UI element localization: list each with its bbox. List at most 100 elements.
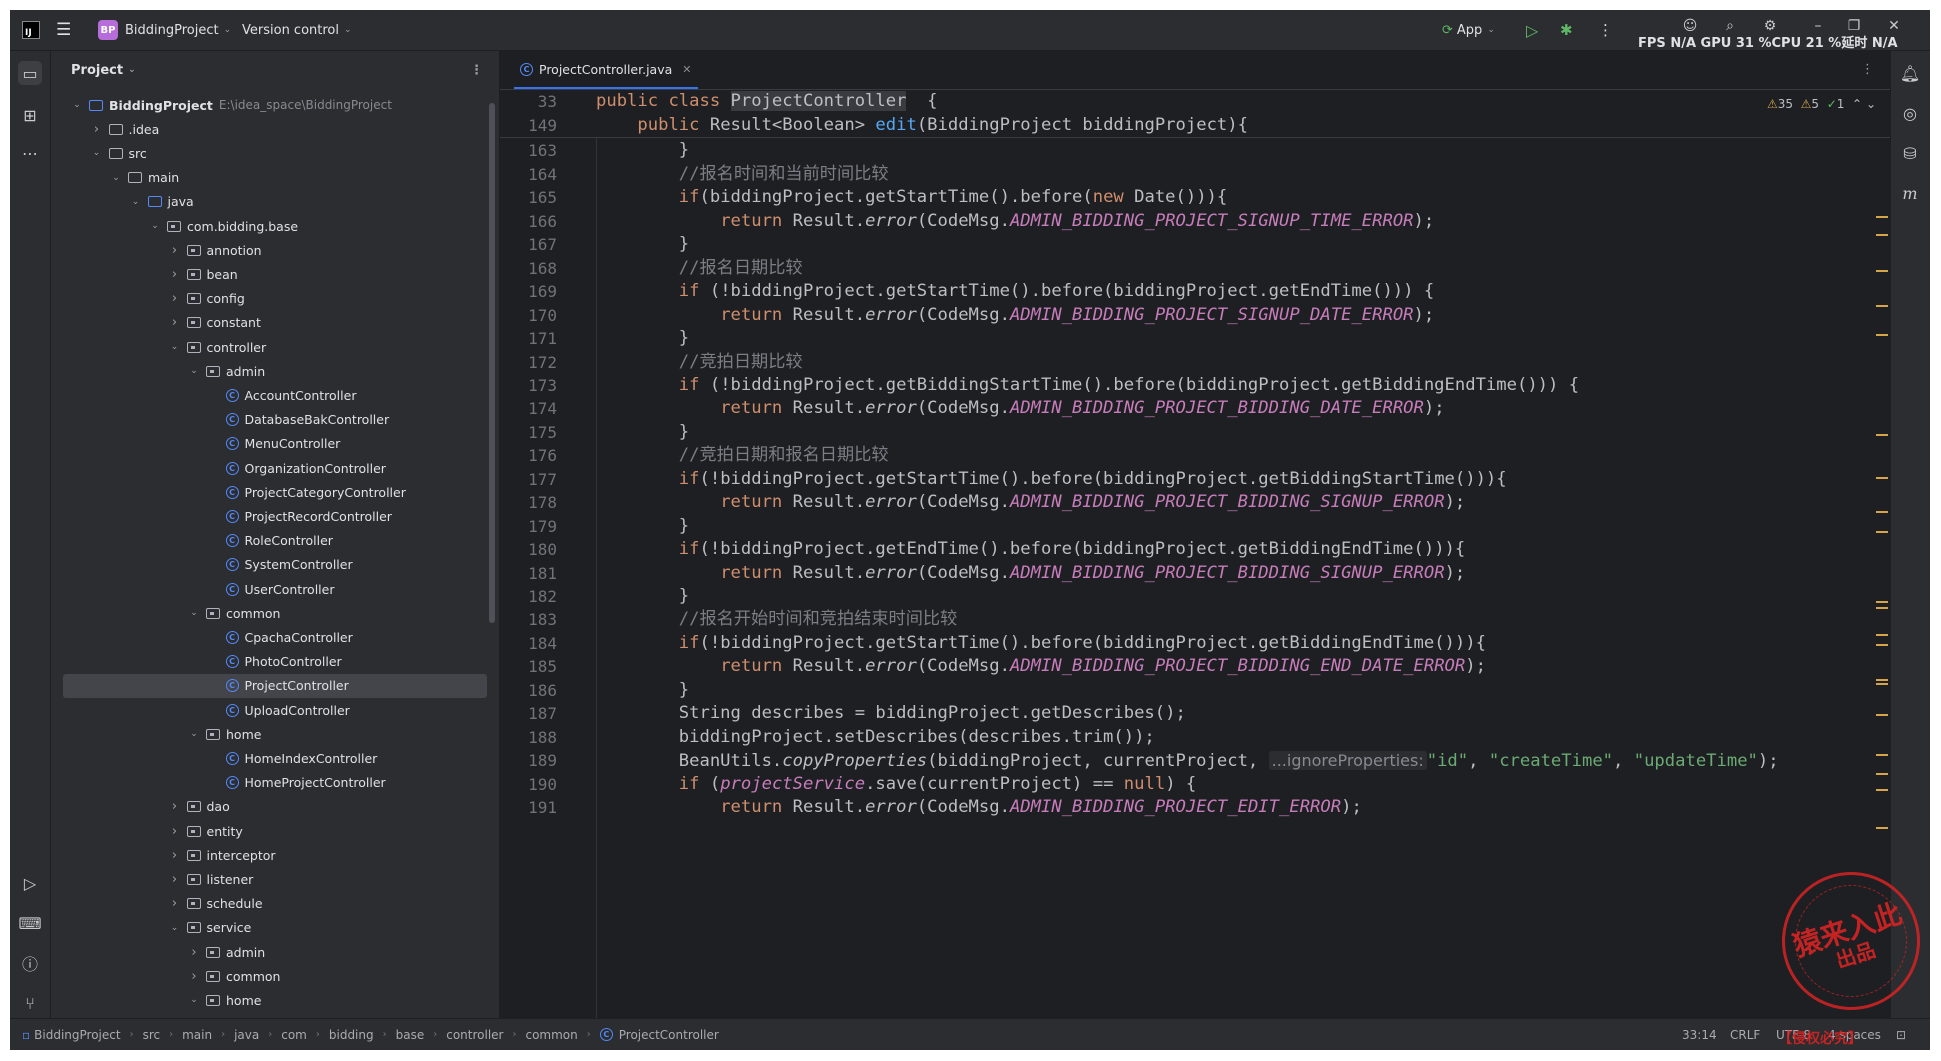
tree-item-folder[interactable]: › schedule	[51, 892, 487, 916]
warning-marker[interactable]	[1876, 434, 1888, 436]
tree-item-class[interactable]: C CpachaController	[51, 625, 487, 649]
tree-item-folder[interactable]: ⌄ src	[51, 141, 487, 165]
panel-options-icon[interactable]: ⋮	[470, 63, 483, 78]
warning-marker[interactable]	[1876, 634, 1888, 636]
chevron-down-icon[interactable]: ⌄	[188, 366, 200, 376]
project-folder-icon[interactable]: ▭	[18, 61, 42, 85]
breadcrumb-item[interactable]: common	[525, 1028, 577, 1042]
run-icon[interactable]: ▷	[1526, 10, 1538, 50]
chevron-right-icon[interactable]: ›	[169, 848, 181, 863]
chevron-down-icon[interactable]: ⌄	[188, 729, 200, 739]
breadcrumb-item[interactable]: base	[396, 1028, 425, 1042]
ai-assistant-icon[interactable]: ◎	[1898, 101, 1922, 125]
breadcrumb-item[interactable]: com	[281, 1028, 307, 1042]
tree-item-folder[interactable]: ⌄ service	[51, 916, 487, 940]
database-icon[interactable]: ⛁	[1898, 141, 1922, 165]
tree-item-class[interactable]: C HomeIndexController	[51, 746, 487, 770]
breadcrumb-item[interactable]: java	[234, 1028, 259, 1042]
tree-item-folder[interactable]: ⌄ admin	[51, 359, 487, 383]
tree-item-folder[interactable]: ⌄ com.bidding.base	[51, 214, 487, 238]
warning-marker[interactable]	[1876, 305, 1888, 307]
tree-item-class[interactable]: C AccountController	[51, 383, 487, 407]
tree-item-folder[interactable]: › listener	[51, 867, 487, 891]
chevron-down-icon[interactable]: ⌄	[130, 197, 142, 207]
warning-marker[interactable]	[1876, 601, 1888, 603]
warning-marker[interactable]	[1876, 679, 1888, 681]
tree-item-folder[interactable]: › entity	[51, 819, 487, 843]
chevron-down-icon[interactable]: ⌄	[1866, 97, 1876, 111]
warning-marker[interactable]	[1876, 477, 1888, 479]
main-menu-icon[interactable]: ☰	[56, 10, 71, 50]
tree-item-class[interactable]: C PhotoController	[51, 650, 487, 674]
warning-marker[interactable]	[1876, 827, 1888, 829]
tree-item-class[interactable]: C OrganizationController	[51, 456, 487, 480]
code-area[interactable]: 162 return Result.error(validate);163 }1…	[500, 90, 1890, 1018]
readonly-lock-icon[interactable]: ⊡	[1896, 1019, 1906, 1050]
maven-icon[interactable]: m	[1898, 181, 1922, 205]
tree-item-folder[interactable]: ⌄ main	[51, 166, 487, 190]
more-actions-icon[interactable]: ⋮	[1598, 10, 1613, 50]
tab-projectcontroller[interactable]: C ProjectController.java ✕	[514, 51, 698, 89]
chevron-down-icon[interactable]: ⌄	[71, 100, 83, 110]
run-config-selector[interactable]: ⟳ App ⌄	[1442, 10, 1495, 50]
tree-item-folder[interactable]: › common	[51, 964, 487, 988]
warning-marker[interactable]	[1876, 511, 1888, 513]
chevron-right-icon[interactable]: ›	[169, 267, 181, 282]
warning-marker[interactable]	[1876, 334, 1888, 336]
tree-item-class[interactable]: C MenuController	[51, 432, 487, 456]
chevron-down-icon[interactable]: ⌄	[91, 148, 103, 158]
breadcrumb-item[interactable]: main	[182, 1028, 212, 1042]
tree-item-class[interactable]: C UploadController	[51, 698, 487, 722]
chevron-right-icon[interactable]: ›	[188, 945, 200, 960]
tree-item-folder[interactable]: › config	[51, 287, 487, 311]
breadcrumb-item[interactable]: BiddingProject	[34, 1028, 120, 1042]
tree-item-folder[interactable]: › .idea	[51, 117, 487, 141]
git-icon[interactable]: ⑂	[18, 991, 42, 1015]
warning-marker[interactable]	[1876, 216, 1888, 218]
project-tree-scrollbar[interactable]	[489, 103, 495, 623]
vcs-widget[interactable]: Version control ⌄	[242, 10, 352, 50]
warning-marker[interactable]	[1876, 789, 1888, 791]
chevron-right-icon[interactable]: ›	[91, 122, 103, 137]
chevron-right-icon[interactable]: ›	[169, 799, 181, 814]
chevron-down-icon[interactable]: ⌄	[169, 923, 181, 933]
debug-icon[interactable]: ✱	[1560, 10, 1573, 50]
line-separator[interactable]: CRLF	[1730, 1019, 1760, 1050]
chevron-right-icon[interactable]: ›	[169, 243, 181, 258]
tree-item-class[interactable]: C DatabaseBakController	[51, 408, 487, 432]
chevron-down-icon[interactable]: ⌄	[188, 995, 200, 1005]
cursor-position[interactable]: 33:14	[1682, 1019, 1717, 1050]
chevron-right-icon[interactable]: ›	[188, 969, 200, 984]
tree-item-class[interactable]: C ProjectRecordController	[51, 504, 487, 528]
chevron-down-icon[interactable]: ⌄	[169, 342, 181, 352]
warning-marker[interactable]	[1876, 773, 1888, 775]
tree-item-folder[interactable]: › dao	[51, 795, 487, 819]
tab-options-icon[interactable]: ⋮	[1861, 62, 1874, 77]
warning-marker[interactable]	[1876, 531, 1888, 533]
close-tab-icon[interactable]: ✕	[682, 63, 691, 76]
tree-item-folder[interactable]: › annotion	[51, 238, 487, 262]
chevron-down-icon[interactable]: ⌄	[110, 173, 122, 183]
warning-marker[interactable]	[1876, 644, 1888, 646]
problems-icon[interactable]: ⓘ	[18, 951, 42, 975]
tree-item-folder[interactable]: ⌄ java	[51, 190, 487, 214]
tree-item-folder[interactable]: › bean	[51, 262, 487, 286]
chevron-down-icon[interactable]: ⌄	[149, 221, 161, 231]
terminal-icon[interactable]: ⌨	[18, 911, 42, 935]
tree-item-folder[interactable]: ⌄ home	[51, 988, 487, 1012]
more-tools-icon[interactable]: ⋯	[18, 141, 42, 165]
tree-item-class[interactable]: C HomeProjectController	[51, 771, 487, 795]
breadcrumb-item[interactable]: controller	[446, 1028, 503, 1042]
inspection-widget[interactable]: ⚠35 ⚠5 ✓1 ⌃ ⌄	[1767, 97, 1876, 111]
tree-item-class[interactable]: C ProjectController	[63, 673, 487, 698]
breadcrumb-item[interactable]: ProjectController	[619, 1028, 719, 1042]
chevron-right-icon[interactable]: ›	[169, 315, 181, 330]
chevron-right-icon[interactable]: ›	[169, 896, 181, 911]
breadcrumb-item[interactable]: src	[143, 1028, 161, 1042]
warning-marker[interactable]	[1876, 607, 1888, 609]
tree-item-class[interactable]: C UserController	[51, 577, 487, 601]
warning-marker[interactable]	[1876, 234, 1888, 236]
tree-item-folder[interactable]: › interceptor	[51, 843, 487, 867]
warning-marker[interactable]	[1876, 270, 1888, 272]
tree-item-folder[interactable]: › constant	[51, 311, 487, 335]
